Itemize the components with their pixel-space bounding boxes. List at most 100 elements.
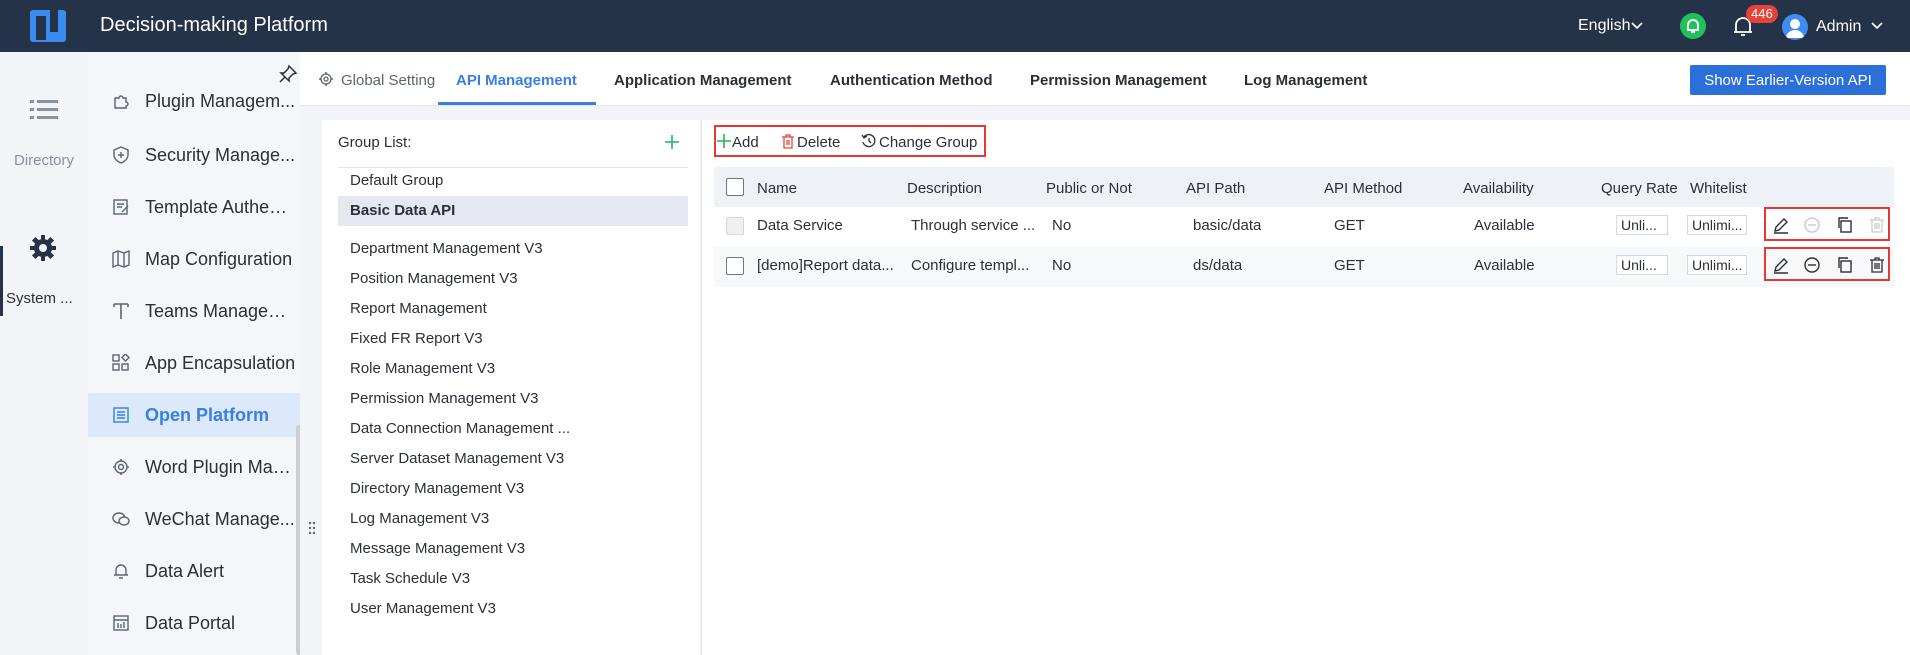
delete-button[interactable]: Delete	[797, 134, 840, 151]
gear-icon[interactable]	[29, 234, 57, 262]
api-list-item[interactable]: Permission Management V3	[350, 390, 580, 407]
submenu-item-app-encapsulation[interactable]: App Encapsulation	[88, 341, 300, 385]
left-rail: Directory System ...	[0, 52, 88, 655]
column-header-availability: Availability	[1463, 180, 1534, 197]
tab-permission-management[interactable]: Permission Management	[1030, 72, 1207, 89]
trash-icon[interactable]	[1868, 256, 1886, 274]
select-all-checkbox[interactable]	[726, 178, 744, 196]
submenu-item-wechat[interactable]: WeChat Manage...	[88, 497, 300, 541]
api-list-item[interactable]: Data Connection Management ...	[350, 420, 580, 437]
shield-icon	[113, 146, 129, 164]
rail-system-label[interactable]: System ...	[6, 290, 78, 307]
submenu-item-label: App Encapsulation	[145, 352, 296, 373]
row-checkbox	[726, 217, 744, 235]
api-list-item[interactable]: Position Management V3	[350, 270, 580, 287]
submenu-item-label: WeChat Manage...	[145, 508, 295, 529]
edit-icon[interactable]	[1772, 256, 1790, 274]
green-notification-icon[interactable]	[1680, 13, 1706, 39]
submenu-item-word-plugin[interactable]: Word Plugin Man...	[88, 445, 300, 489]
submenu-item-label: Data Alert	[145, 560, 225, 581]
app-grid-icon	[112, 354, 130, 371]
add-button[interactable]: Add	[732, 134, 759, 151]
row-description: Through service ...	[911, 217, 1036, 234]
copy-icon[interactable]	[1836, 216, 1854, 234]
disable-icon	[1804, 217, 1820, 233]
row-api-path: ds/data	[1193, 257, 1243, 274]
row-availability: Available	[1474, 257, 1535, 274]
api-list-item[interactable]: Role Management V3	[350, 360, 580, 377]
submenu-item-label: Map Configuration	[145, 248, 293, 269]
api-list-item[interactable]: Report Management	[350, 300, 580, 317]
submenu-item-plugin[interactable]: Plugin Managem...	[88, 79, 300, 123]
bell-icon	[114, 564, 128, 579]
edit-icon[interactable]	[1772, 216, 1790, 234]
plus-icon[interactable]	[716, 133, 732, 149]
submenu-item-map[interactable]: Map Configuration	[88, 237, 300, 281]
group-list-title: Group List:	[338, 134, 412, 151]
refresh-clock-icon[interactable]	[861, 133, 877, 149]
api-list-item[interactable]: Fixed FR Report V3	[350, 330, 580, 347]
submenu-item-template[interactable]: Template Authent...	[88, 185, 300, 229]
submenu-item-data-portal[interactable]: Data Portal	[88, 601, 300, 645]
app-logo-icon[interactable]	[28, 8, 68, 44]
tab-api-management[interactable]: API Management	[456, 72, 577, 89]
drag-handle-icon[interactable]	[308, 520, 316, 536]
show-earlier-version-api-button[interactable]: Show Earlier-Version API	[1690, 65, 1886, 95]
submenu-item-label: Security Manage...	[145, 144, 296, 165]
submenu-item-label: Data Portal	[145, 612, 236, 633]
api-list-item[interactable]: Server Dataset Management V3	[350, 450, 580, 467]
tab-global-setting[interactable]: Global Setting	[341, 72, 435, 89]
app-title: Decision-making Platform	[100, 14, 328, 36]
gear-icon	[113, 459, 129, 475]
row-public: No	[1052, 257, 1072, 274]
row-public: No	[1052, 217, 1072, 234]
row-name: [demo]Report data...	[757, 257, 894, 274]
row-checkbox[interactable]	[726, 257, 744, 275]
avatar[interactable]	[1782, 14, 1808, 40]
rail-directory-label[interactable]: Directory	[0, 152, 88, 169]
submenu-item-data-alert[interactable]: Data Alert	[88, 549, 300, 593]
api-list-item[interactable]: User Management V3	[350, 600, 580, 617]
row-whitelist-input[interactable]: Unlimi...	[1687, 215, 1747, 235]
submenu-panel: Plugin Managem... Security Manage... Tem…	[88, 52, 300, 655]
copy-icon[interactable]	[1836, 256, 1854, 274]
api-list-item[interactable]: Log Management V3	[350, 510, 580, 527]
trash-icon[interactable]	[780, 133, 796, 149]
api-list-item[interactable]: Directory Management V3	[350, 480, 580, 497]
api-list-item[interactable]: Department Management V3	[350, 240, 580, 257]
language-selector[interactable]: English	[1578, 17, 1630, 35]
row-query-rate-input[interactable]: Unli...	[1616, 215, 1668, 235]
api-list-item[interactable]: Task Schedule V3	[350, 570, 580, 587]
column-header-name: Name	[757, 180, 798, 197]
submenu-item-open-platform[interactable]: Open Platform	[88, 393, 300, 437]
row-whitelist-input[interactable]: Unlimi...	[1687, 255, 1747, 275]
api-list-item[interactable]: Message Management V3	[350, 540, 580, 557]
chevron-down-icon[interactable]	[1870, 19, 1884, 33]
add-group-icon[interactable]	[663, 133, 681, 151]
submenu-item-security[interactable]: Security Manage...	[88, 133, 300, 177]
tab-application-management[interactable]: Application Management	[614, 72, 792, 89]
template-icon	[113, 199, 129, 215]
group-item-basic-data-api[interactable]: Basic Data API	[338, 196, 688, 226]
submenu-item-label: Open Platform	[145, 404, 270, 425]
chevron-down-icon[interactable]	[1630, 19, 1644, 33]
pin-icon[interactable]	[278, 64, 298, 84]
group-item-default[interactable]: Default Group	[338, 166, 688, 196]
directory-list-icon[interactable]	[30, 98, 58, 122]
tab-log-management[interactable]: Log Management	[1244, 72, 1367, 89]
rail-active-indicator	[0, 246, 3, 316]
puzzle-icon	[114, 95, 129, 109]
row-query-rate-input[interactable]: Unli...	[1616, 255, 1668, 275]
row-availability: Available	[1474, 217, 1535, 234]
top-bar: Decision-making Platform English 446 Adm…	[0, 0, 1910, 52]
trash-icon	[1870, 217, 1884, 233]
submenu-item-label: Plugin Managem...	[145, 90, 296, 111]
column-header-public: Public or Not	[1046, 180, 1132, 197]
portal-icon	[113, 615, 129, 631]
submenu-item-teams[interactable]: Teams Managem...	[88, 289, 300, 333]
user-name[interactable]: Admin	[1816, 18, 1861, 36]
row-name: Data Service	[757, 217, 843, 234]
tab-authentication-method[interactable]: Authentication Method	[830, 72, 992, 89]
disable-icon[interactable]	[1803, 256, 1821, 274]
change-group-button[interactable]: Change Group	[879, 134, 977, 151]
